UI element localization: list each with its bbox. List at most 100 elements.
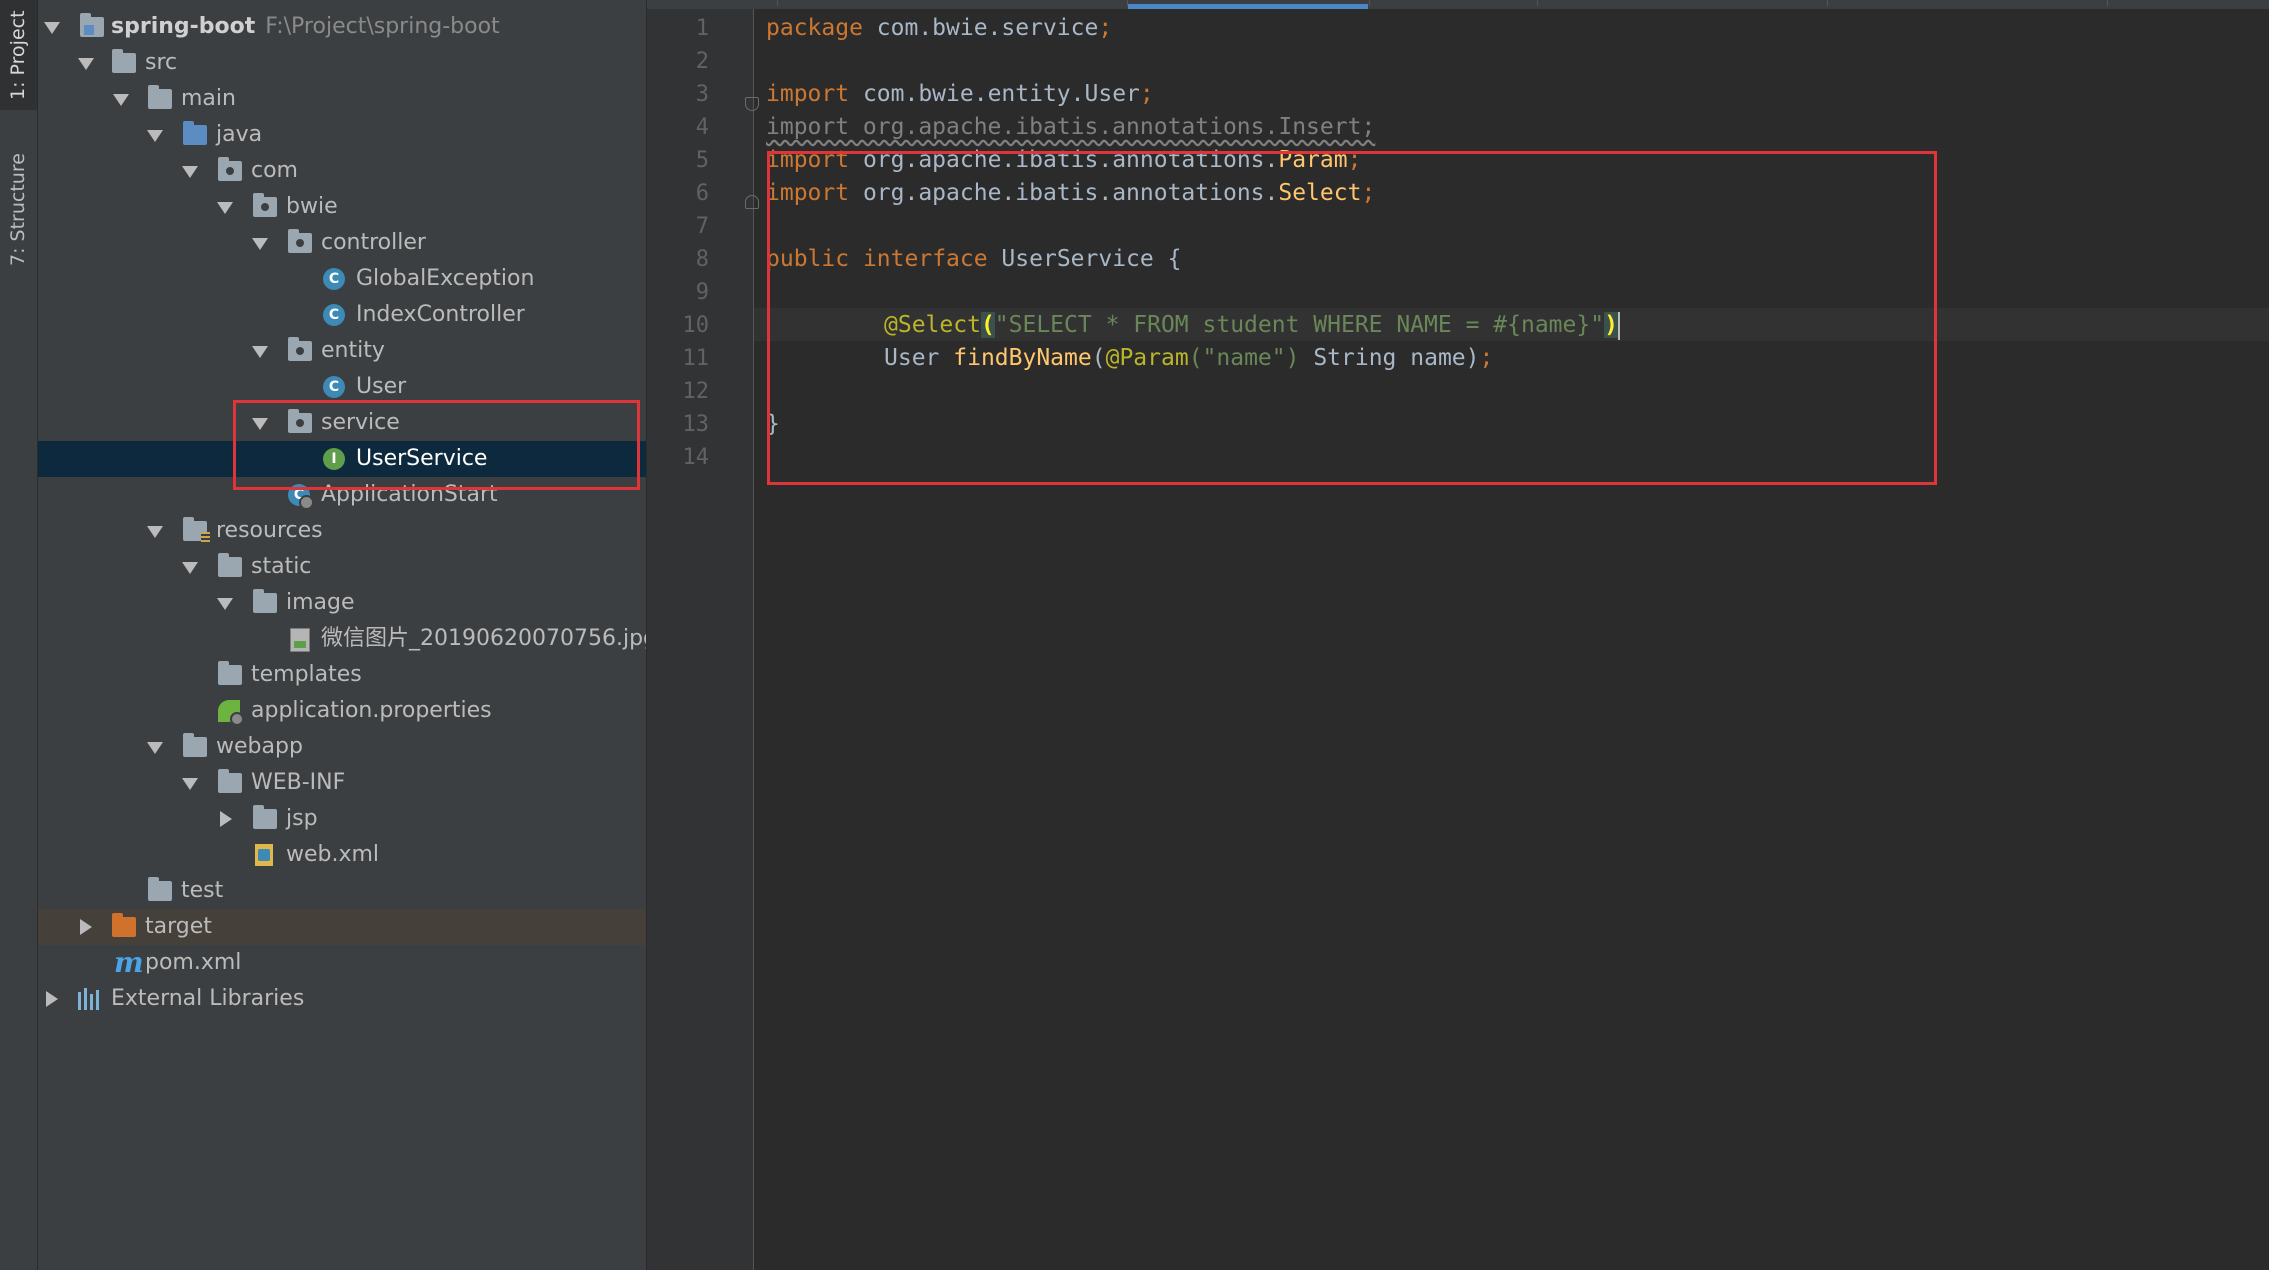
tree-node-jsp[interactable]: jsp <box>38 801 646 837</box>
excluded-folder-icon <box>112 913 136 937</box>
expand-arrow-icon[interactable] <box>182 166 198 178</box>
editor-tab-bar[interactable] <box>647 0 2269 9</box>
folder-icon <box>218 769 242 793</box>
libraries-icon <box>78 988 104 1010</box>
tree-node-com[interactable]: com <box>38 153 646 189</box>
project-tool-tab[interactable]: 1: Project <box>0 0 37 110</box>
tree-node-label: test <box>181 878 224 903</box>
expand-arrow-icon[interactable] <box>217 598 233 610</box>
expand-arrow-icon[interactable] <box>252 346 268 358</box>
source-folder-icon <box>183 121 207 145</box>
code-text: com.bwie.service <box>862 15 1099 41</box>
tree-node-static[interactable]: static <box>38 549 646 585</box>
tree-node-templates[interactable]: templates <box>38 657 646 693</box>
resources-folder-icon <box>183 517 210 544</box>
tree-node-label: com <box>251 158 298 183</box>
line-number: 6 <box>695 181 709 206</box>
tree-node-label: image <box>286 590 355 615</box>
tree-node-src[interactable]: src <box>38 45 646 81</box>
active-tab-indicator <box>1128 4 1368 9</box>
tree-node-indexcontroller[interactable]: C IndexController <box>38 297 646 333</box>
keyword: package <box>766 15 863 41</box>
line-number: 14 <box>682 445 710 470</box>
tree-node-image-file[interactable]: 微信图片_20190620070756.jpg <box>38 621 646 657</box>
tree-node-webapp[interactable]: webapp <box>38 729 646 765</box>
tree-node-label: bwie <box>286 194 338 219</box>
tree-node-image[interactable]: image <box>38 585 646 621</box>
line-number: 4 <box>695 115 709 140</box>
expand-arrow-icon[interactable] <box>182 778 198 790</box>
tree-node-main[interactable]: main <box>38 81 646 117</box>
folder-icon <box>218 553 242 577</box>
collapse-arrow-icon[interactable] <box>220 811 232 827</box>
folder-icon <box>253 589 277 613</box>
annotation-box-code <box>767 151 1937 485</box>
fold-marker-icon[interactable] <box>745 195 759 209</box>
tool-window-strip: 1: Project 7: Structure <box>0 0 38 1270</box>
line-number: 7 <box>695 214 709 239</box>
tree-node-application-properties[interactable]: application.properties <box>38 693 646 729</box>
unused-import: import org.apache.ibatis.annotations.Ins… <box>766 114 1376 140</box>
tree-node-label: GlobalException <box>356 266 535 291</box>
collapse-arrow-icon[interactable] <box>46 991 58 1007</box>
expand-arrow-icon[interactable] <box>252 238 268 250</box>
collapse-arrow-icon[interactable] <box>80 919 92 935</box>
line-number: 5 <box>695 148 709 173</box>
tree-node-root[interactable]: spring-boot F:\Project\spring-boot <box>38 9 646 45</box>
expand-arrow-icon[interactable] <box>147 130 163 142</box>
folder-icon <box>148 877 172 901</box>
keyword: import <box>766 81 850 107</box>
tree-node-label: 微信图片_20190620070756.jpg <box>321 626 646 651</box>
tree-node-entity[interactable]: entity <box>38 333 646 369</box>
line-number: 2 <box>695 49 709 74</box>
tree-node-label: controller <box>321 230 426 255</box>
tree-node-web-inf[interactable]: WEB-INF <box>38 765 646 801</box>
tree-node-pom[interactable]: m pom.xml <box>38 945 646 981</box>
line-number: 1 <box>695 16 709 41</box>
tree-node-bwie[interactable]: bwie <box>38 189 646 225</box>
tree-node-label: main <box>181 86 236 111</box>
tree-node-label: jsp <box>286 806 318 831</box>
expand-arrow-icon[interactable] <box>113 94 129 106</box>
tree-node-java[interactable]: java <box>38 117 646 153</box>
tree-node-label: WEB-INF <box>251 770 346 795</box>
tree-node-label: src <box>145 50 178 75</box>
expand-arrow-icon[interactable] <box>147 742 163 754</box>
tree-node-globalexception[interactable]: C GlobalException <box>38 261 646 297</box>
code-line-1[interactable]: package com.bwie.service; <box>766 12 1112 45</box>
tree-node-label: webapp <box>216 734 303 759</box>
tree-node-target[interactable]: target <box>38 909 646 945</box>
project-tree: spring-boot F:\Project\spring-boot src ma… <box>38 0 646 1270</box>
structure-tool-tab[interactable]: 7: Structure <box>0 140 37 280</box>
code-line-3[interactable]: import com.bwie.entity.User; <box>766 78 1154 111</box>
xml-file-icon <box>255 844 273 866</box>
fold-marker-icon[interactable] <box>745 97 759 111</box>
package-icon <box>288 229 312 253</box>
expand-arrow-icon[interactable] <box>182 562 198 574</box>
semicolon: ; <box>1098 15 1113 41</box>
tree-node-web-xml[interactable]: web.xml <box>38 837 646 873</box>
project-path: F:\Project\spring-boot <box>265 14 500 39</box>
maven-icon: m <box>114 946 144 979</box>
tree-node-label: IndexController <box>356 302 525 327</box>
tree-node-resources[interactable]: resources <box>38 513 646 549</box>
line-number: 8 <box>695 247 709 272</box>
expand-arrow-icon[interactable] <box>78 58 94 70</box>
expand-arrow-icon[interactable] <box>44 22 60 34</box>
tab-divider <box>1369 0 1370 6</box>
tree-node-label: target <box>145 914 212 939</box>
tab-divider <box>1537 0 1538 6</box>
ide-window: 1: Project 7: Structure spring-boot F:\Pr… <box>0 0 2269 1270</box>
folder-icon <box>148 85 172 109</box>
line-number: 13 <box>682 412 710 437</box>
class-icon: C <box>323 376 345 398</box>
tree-node-label: application.properties <box>251 698 492 723</box>
folder-icon <box>218 661 242 685</box>
tree-node-label: spring-boot <box>111 14 256 39</box>
tree-node-external-libraries[interactable]: External Libraries <box>38 981 646 1017</box>
tree-node-controller[interactable]: controller <box>38 225 646 261</box>
expand-arrow-icon[interactable] <box>147 526 163 538</box>
expand-arrow-icon[interactable] <box>217 202 233 214</box>
code-line-4[interactable]: import org.apache.ibatis.annotations.Ins… <box>766 111 1375 144</box>
tree-node-test[interactable]: test <box>38 873 646 909</box>
